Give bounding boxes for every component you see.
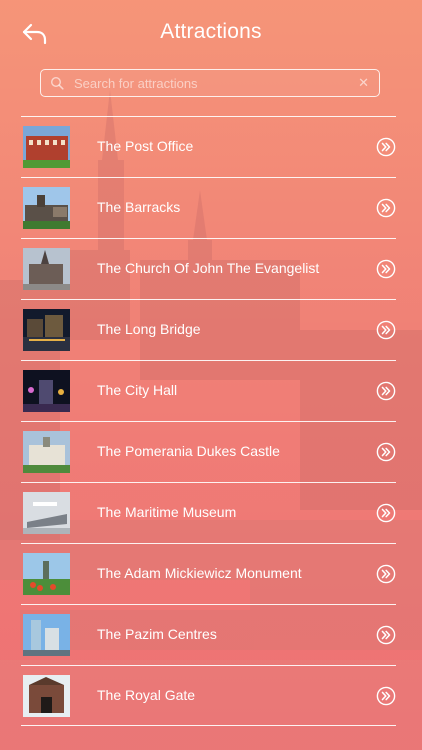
search-bar[interactable]: ✕ xyxy=(40,69,380,97)
attraction-label: The Adam Mickiewicz Monument xyxy=(97,565,302,581)
double-chevron-right-icon[interactable] xyxy=(376,320,396,340)
double-chevron-right-icon[interactable] xyxy=(376,686,396,706)
attraction-row[interactable]: The Post Office xyxy=(21,116,396,177)
museum-thumbnail xyxy=(23,492,70,534)
attraction-label: The Royal Gate xyxy=(97,687,196,703)
attraction-label: The Church Of John The Evangelist xyxy=(97,260,320,276)
double-chevron-right-icon[interactable] xyxy=(376,381,396,401)
attraction-label: The Maritime Museum xyxy=(97,504,237,520)
pazim-thumbnail xyxy=(23,614,70,656)
attraction-row[interactable]: The Adam Mickiewicz Monument xyxy=(21,543,396,604)
barracks-thumbnail xyxy=(23,187,70,229)
double-chevron-right-icon[interactable] xyxy=(376,625,396,645)
attraction-label: The Post Office xyxy=(97,138,194,154)
attraction-label: The Pomerania Dukes Castle xyxy=(97,443,280,459)
church-thumbnail xyxy=(23,248,70,290)
header-bar: Attractions xyxy=(0,0,422,64)
attraction-label: The City Hall xyxy=(97,382,178,398)
attraction-row[interactable]: The City Hall xyxy=(21,360,396,421)
page-title: Attractions xyxy=(160,20,262,43)
attraction-row[interactable]: The Pazim Centres xyxy=(21,604,396,665)
attractions-list: The Post Office The Barracks The Church Of… xyxy=(21,116,396,726)
attraction-row[interactable]: The Barracks xyxy=(21,177,396,238)
castle-thumbnail xyxy=(23,431,70,473)
post-office-thumbnail xyxy=(23,126,70,168)
attraction-label: The Pazim Centres xyxy=(97,626,217,642)
monument-thumbnail xyxy=(23,553,70,595)
double-chevron-right-icon[interactable] xyxy=(376,259,396,279)
city-hall-thumbnail xyxy=(23,370,70,412)
attraction-row[interactable]: The Royal Gate xyxy=(21,665,396,726)
attraction-label: The Long Bridge xyxy=(97,321,201,337)
double-chevron-right-icon[interactable] xyxy=(376,503,396,523)
attraction-row[interactable]: The Church Of John The Evangelist xyxy=(21,238,396,299)
clear-icon[interactable]: ✕ xyxy=(358,75,369,91)
double-chevron-right-icon[interactable] xyxy=(376,564,396,584)
attraction-label: The Barracks xyxy=(97,199,181,215)
attraction-row[interactable]: The Pomerania Dukes Castle xyxy=(21,421,396,482)
royal-gate-thumbnail xyxy=(23,675,70,717)
double-chevron-right-icon[interactable] xyxy=(376,198,396,218)
attraction-row[interactable]: The Long Bridge xyxy=(21,299,396,360)
double-chevron-right-icon[interactable] xyxy=(376,442,396,462)
search-icon xyxy=(50,76,64,90)
attraction-row[interactable]: The Maritime Museum xyxy=(21,482,396,543)
search-input[interactable] xyxy=(74,74,344,92)
double-chevron-right-icon[interactable] xyxy=(376,137,396,157)
long-bridge-thumbnail xyxy=(23,309,70,351)
